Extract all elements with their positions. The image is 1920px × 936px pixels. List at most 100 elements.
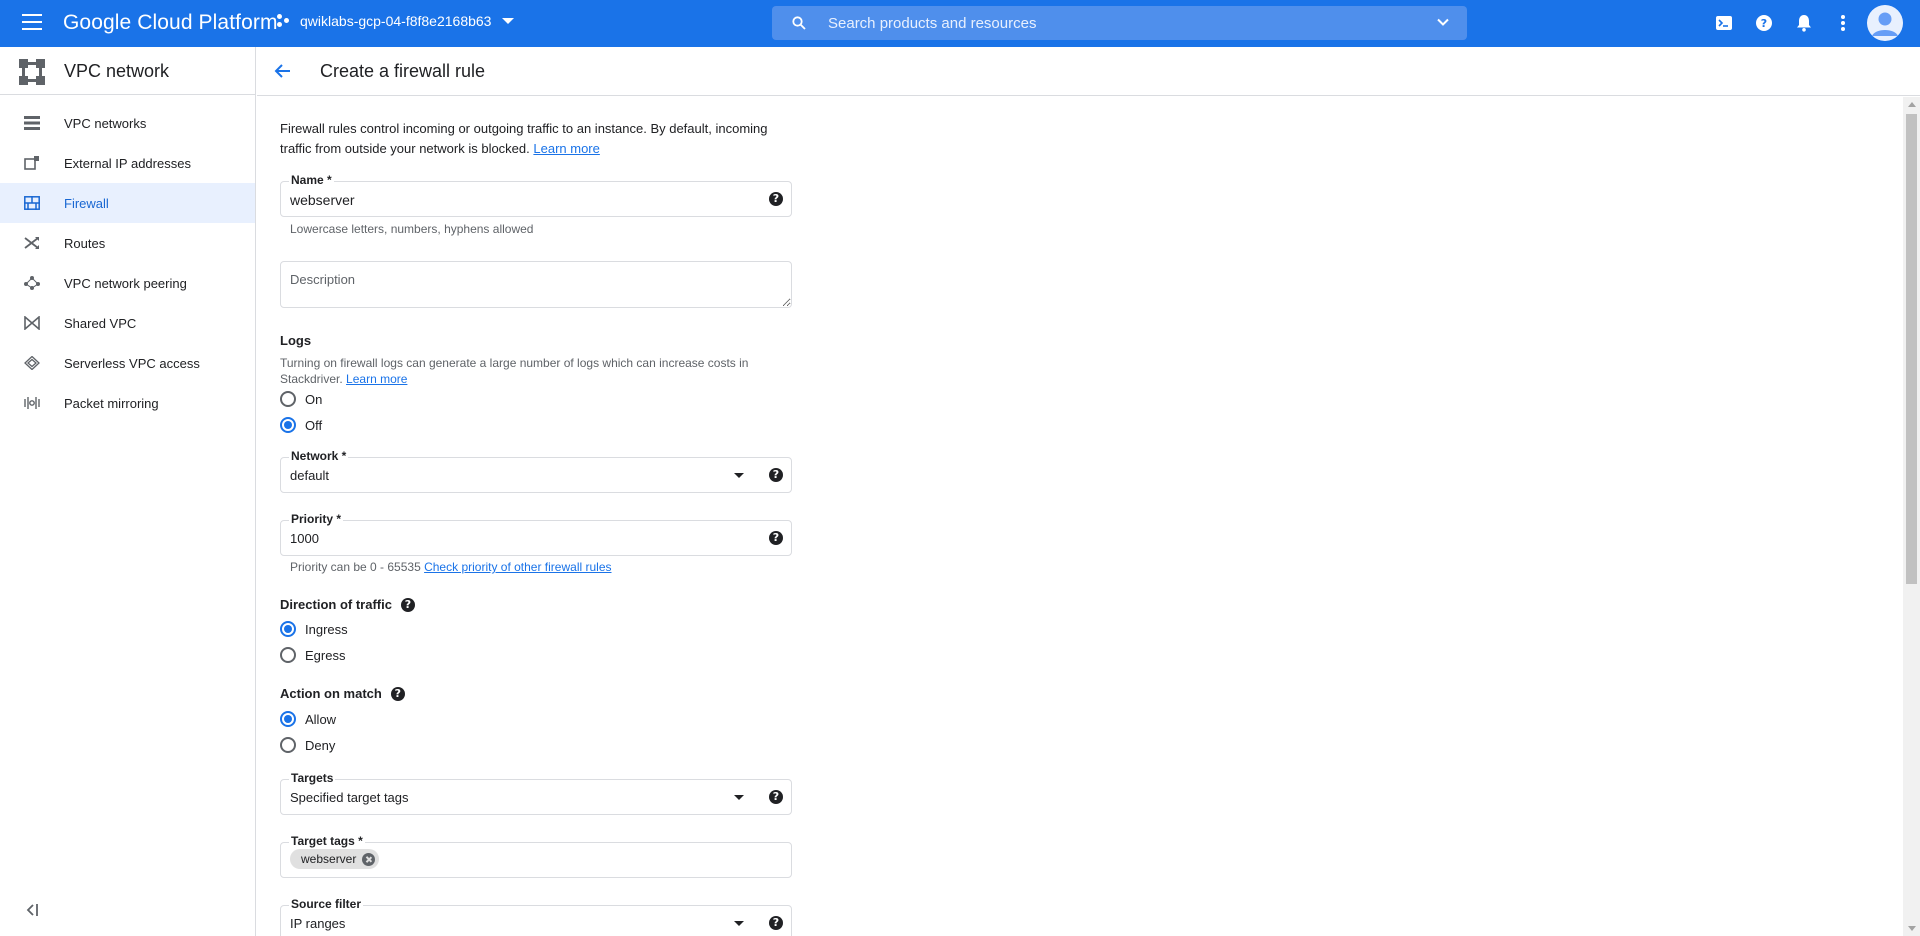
search-icon	[792, 16, 806, 30]
more-vert-icon[interactable]	[1831, 11, 1855, 35]
packet-mirroring-icon	[24, 397, 40, 409]
target-tags-field[interactable]: Target tags * webserver	[280, 834, 792, 878]
name-field[interactable]: Name * webserver ?	[280, 173, 792, 217]
firewall-icon	[24, 196, 40, 210]
check-priority-link[interactable]: Check priority of other firewall rules	[424, 560, 611, 574]
target-tags-label: Target tags *	[289, 834, 365, 848]
help-icon[interactable]: ?	[769, 468, 783, 482]
direction-egress-radio[interactable]: Egress	[280, 647, 345, 663]
dropdown-arrow-icon[interactable]	[734, 921, 744, 926]
sidebar-item-label: VPC networks	[64, 115, 147, 131]
dropdown-arrow-icon[interactable]	[734, 473, 744, 478]
sidebar-item-firewall[interactable]: Firewall	[0, 183, 255, 223]
sidebar-item-shared-vpc[interactable]: Shared VPC	[0, 303, 255, 343]
account-avatar[interactable]	[1867, 5, 1903, 41]
priority-input[interactable]: 1000	[290, 531, 319, 546]
project-name: qwiklabs-gcp-04-f8f8e2168b63	[300, 13, 492, 29]
logs-description: Turning on firewall logs can generate a …	[280, 355, 800, 387]
action-deny-radio[interactable]: Deny	[280, 737, 335, 753]
help-icon[interactable]: ?	[390, 686, 405, 701]
page-scrollbar[interactable]	[1903, 97, 1920, 936]
logs-title: Logs	[280, 333, 312, 348]
priority-hint-text: Priority can be 0 - 65535	[290, 560, 421, 574]
help-icon[interactable]: ?	[769, 531, 783, 545]
logs-on-radio[interactable]: On	[280, 391, 322, 407]
help-icon[interactable]: ?	[769, 916, 783, 930]
network-value: default	[290, 468, 330, 483]
vpc-networks-icon	[24, 116, 40, 130]
scroll-down-arrow-icon[interactable]	[1908, 926, 1916, 931]
svg-text:?: ?	[1761, 17, 1767, 30]
help-icon[interactable]: ?	[1752, 11, 1776, 35]
project-icon	[277, 14, 291, 28]
brand-title[interactable]: Google Cloud Platform	[63, 11, 278, 35]
sidebar-item-vpc-networks[interactable]: VPC networks	[0, 103, 255, 143]
project-selector[interactable]: qwiklabs-gcp-04-f8f8e2168b63	[277, 13, 515, 29]
logs-learn-more-link[interactable]: Learn more	[346, 372, 407, 386]
chevron-down-icon[interactable]	[1437, 16, 1449, 28]
direction-ingress-radio[interactable]: Ingress	[280, 621, 348, 637]
radio-circle	[280, 417, 296, 433]
remove-tag-icon[interactable]	[362, 852, 376, 866]
firewall-form: Firewall rules control incoming or outgo…	[257, 97, 1903, 936]
radio-circle	[280, 711, 296, 727]
top-app-bar: Google Cloud Platform qwiklabs-gcp-04-f8…	[0, 0, 1920, 47]
page-title: Create a firewall rule	[320, 61, 486, 81]
direction-title: Direction of traffic ?	[280, 597, 415, 612]
priority-field[interactable]: Priority * 1000 ?	[280, 512, 792, 556]
sidebar-item-label: VPC network peering	[64, 275, 187, 291]
name-input[interactable]: webserver	[290, 192, 355, 208]
radio-circle	[280, 391, 296, 407]
radio-circle	[280, 737, 296, 753]
name-label: Name *	[289, 173, 334, 187]
hamburger-menu-icon[interactable]	[22, 14, 42, 30]
radio-label: Deny	[305, 737, 336, 753]
scroll-up-arrow-icon[interactable]	[1908, 102, 1916, 107]
cloud-shell-icon[interactable]	[1712, 11, 1736, 35]
name-hint: Lowercase letters, numbers, hyphens allo…	[290, 222, 534, 236]
radio-label: Off	[305, 417, 323, 433]
sidebar-item-packet-mirroring[interactable]: Packet mirroring	[0, 383, 255, 423]
page-header: Create a firewall rule	[257, 47, 1920, 96]
action-allow-radio[interactable]: Allow	[280, 711, 336, 727]
search-bar[interactable]	[772, 6, 1467, 40]
logs-off-radio[interactable]: Off	[280, 417, 322, 433]
sidebar-item-external-ip[interactable]: External IP addresses	[0, 143, 255, 183]
source-filter-select[interactable]: Source filter IP ranges ?	[280, 897, 792, 936]
action-title-text: Action on match	[280, 686, 382, 701]
action-title: Action on match ?	[280, 686, 405, 701]
intro-paragraph: Firewall rules control incoming or outgo…	[280, 121, 768, 156]
sidebar: VPC network VPC networks External IP add…	[0, 47, 256, 936]
search-input[interactable]	[828, 6, 1388, 40]
sidebar-item-label: Routes	[64, 235, 106, 251]
radio-label: Allow	[305, 711, 337, 727]
serverless-icon	[24, 356, 40, 370]
chevron-down-icon	[502, 18, 515, 24]
description-field[interactable]	[280, 261, 792, 308]
network-select[interactable]: Network * default ?	[280, 449, 792, 493]
sidebar-item-routes[interactable]: Routes	[0, 223, 255, 263]
learn-more-link[interactable]: Learn more	[533, 141, 599, 156]
sidebar-item-vpc-network-peering[interactable]: VPC network peering	[0, 263, 255, 303]
tag-chip-label: webserver	[301, 852, 357, 866]
radio-label: Egress	[305, 647, 346, 663]
radio-label: Ingress	[305, 621, 348, 637]
help-icon[interactable]: ?	[769, 192, 783, 206]
scrollbar-thumb[interactable]	[1906, 114, 1917, 584]
help-icon[interactable]: ?	[769, 790, 783, 804]
targets-value: Specified target tags	[290, 790, 409, 805]
peering-icon	[24, 276, 40, 290]
sidebar-item-label: Shared VPC	[64, 315, 137, 331]
priority-label: Priority *	[289, 512, 344, 526]
collapse-sidebar-icon[interactable]	[24, 903, 40, 917]
sidebar-item-serverless-vpc-access[interactable]: Serverless VPC access	[0, 343, 255, 383]
notifications-bell-icon[interactable]	[1792, 11, 1816, 35]
external-ip-icon	[24, 156, 39, 170]
targets-select[interactable]: Targets Specified target tags ?	[280, 771, 792, 815]
tag-chip: webserver	[290, 849, 380, 869]
back-arrow-icon[interactable]	[274, 62, 292, 80]
dropdown-arrow-icon[interactable]	[734, 795, 744, 800]
shared-vpc-icon	[24, 316, 40, 330]
help-icon[interactable]: ?	[400, 597, 415, 612]
source-filter-label: Source filter	[289, 897, 364, 911]
